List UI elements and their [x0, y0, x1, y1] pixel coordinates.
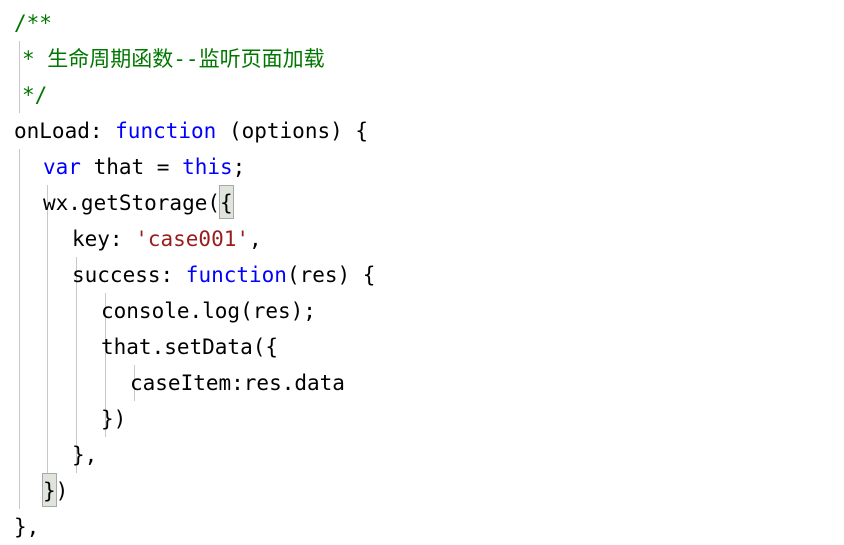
code-token-keyword: function [186, 263, 287, 287]
code-token-default: }) [101, 407, 126, 431]
code-token-default: , [249, 227, 262, 251]
code-token-default: wx.getStorage( [43, 191, 220, 215]
code-line[interactable]: }, [0, 509, 844, 545]
code-token-comment: */ [22, 83, 47, 107]
code-line[interactable]: wx.getStorage({ [0, 185, 844, 221]
code-line[interactable]: /** [0, 5, 844, 41]
code-token-default: (options) { [216, 119, 368, 143]
code-content[interactable]: /** * 生命周期函数--监听页面加载 */ onLoad: function (o… [0, 5, 844, 545]
code-line[interactable]: var that = this; [0, 149, 844, 185]
code-line[interactable]: onLoad: function (options) { [0, 113, 844, 149]
code-line[interactable]: key: 'case001', [0, 221, 844, 257]
code-token-default: ) [56, 479, 69, 503]
code-token-default: onLoad: [14, 119, 115, 143]
code-line[interactable]: caseItem:res.data [0, 365, 844, 401]
matched-bracket-highlight: } [42, 473, 57, 507]
code-line[interactable]: }) [0, 401, 844, 437]
code-token-default: that = [81, 155, 182, 179]
code-token-keyword: function [115, 119, 216, 143]
code-token-default: caseItem:res.data [130, 371, 345, 395]
code-token-default: success: [72, 263, 186, 287]
code-line[interactable]: }) [0, 473, 844, 509]
code-token-default: that.setData({ [101, 335, 278, 359]
code-editor[interactable]: /** * 生命周期函数--监听页面加载 */ onLoad: function (o… [0, 0, 844, 544]
code-token-default: ; [233, 155, 246, 179]
code-line[interactable]: success: function(res) { [0, 257, 844, 293]
code-line[interactable]: console.log(res); [0, 293, 844, 329]
code-token-default: key: [72, 227, 135, 251]
code-token-comment: * 生命周期函数--监听页面加载 [22, 47, 325, 71]
code-token-default: (res) { [287, 263, 376, 287]
code-token-comment: /** [14, 11, 52, 35]
code-token-keyword: var [43, 155, 81, 179]
code-line[interactable]: */ [0, 77, 844, 113]
code-line[interactable]: * 生命周期函数--监听页面加载 [0, 41, 844, 77]
code-token-keyword: this [182, 155, 233, 179]
code-line[interactable]: }, [0, 437, 844, 473]
code-token-default: }, [72, 443, 97, 467]
code-token-default: console.log(res); [101, 299, 316, 323]
matched-bracket-highlight: { [219, 185, 234, 219]
code-token-string: 'case001' [135, 227, 249, 251]
code-token-default: }, [14, 515, 39, 539]
code-line[interactable]: that.setData({ [0, 329, 844, 365]
